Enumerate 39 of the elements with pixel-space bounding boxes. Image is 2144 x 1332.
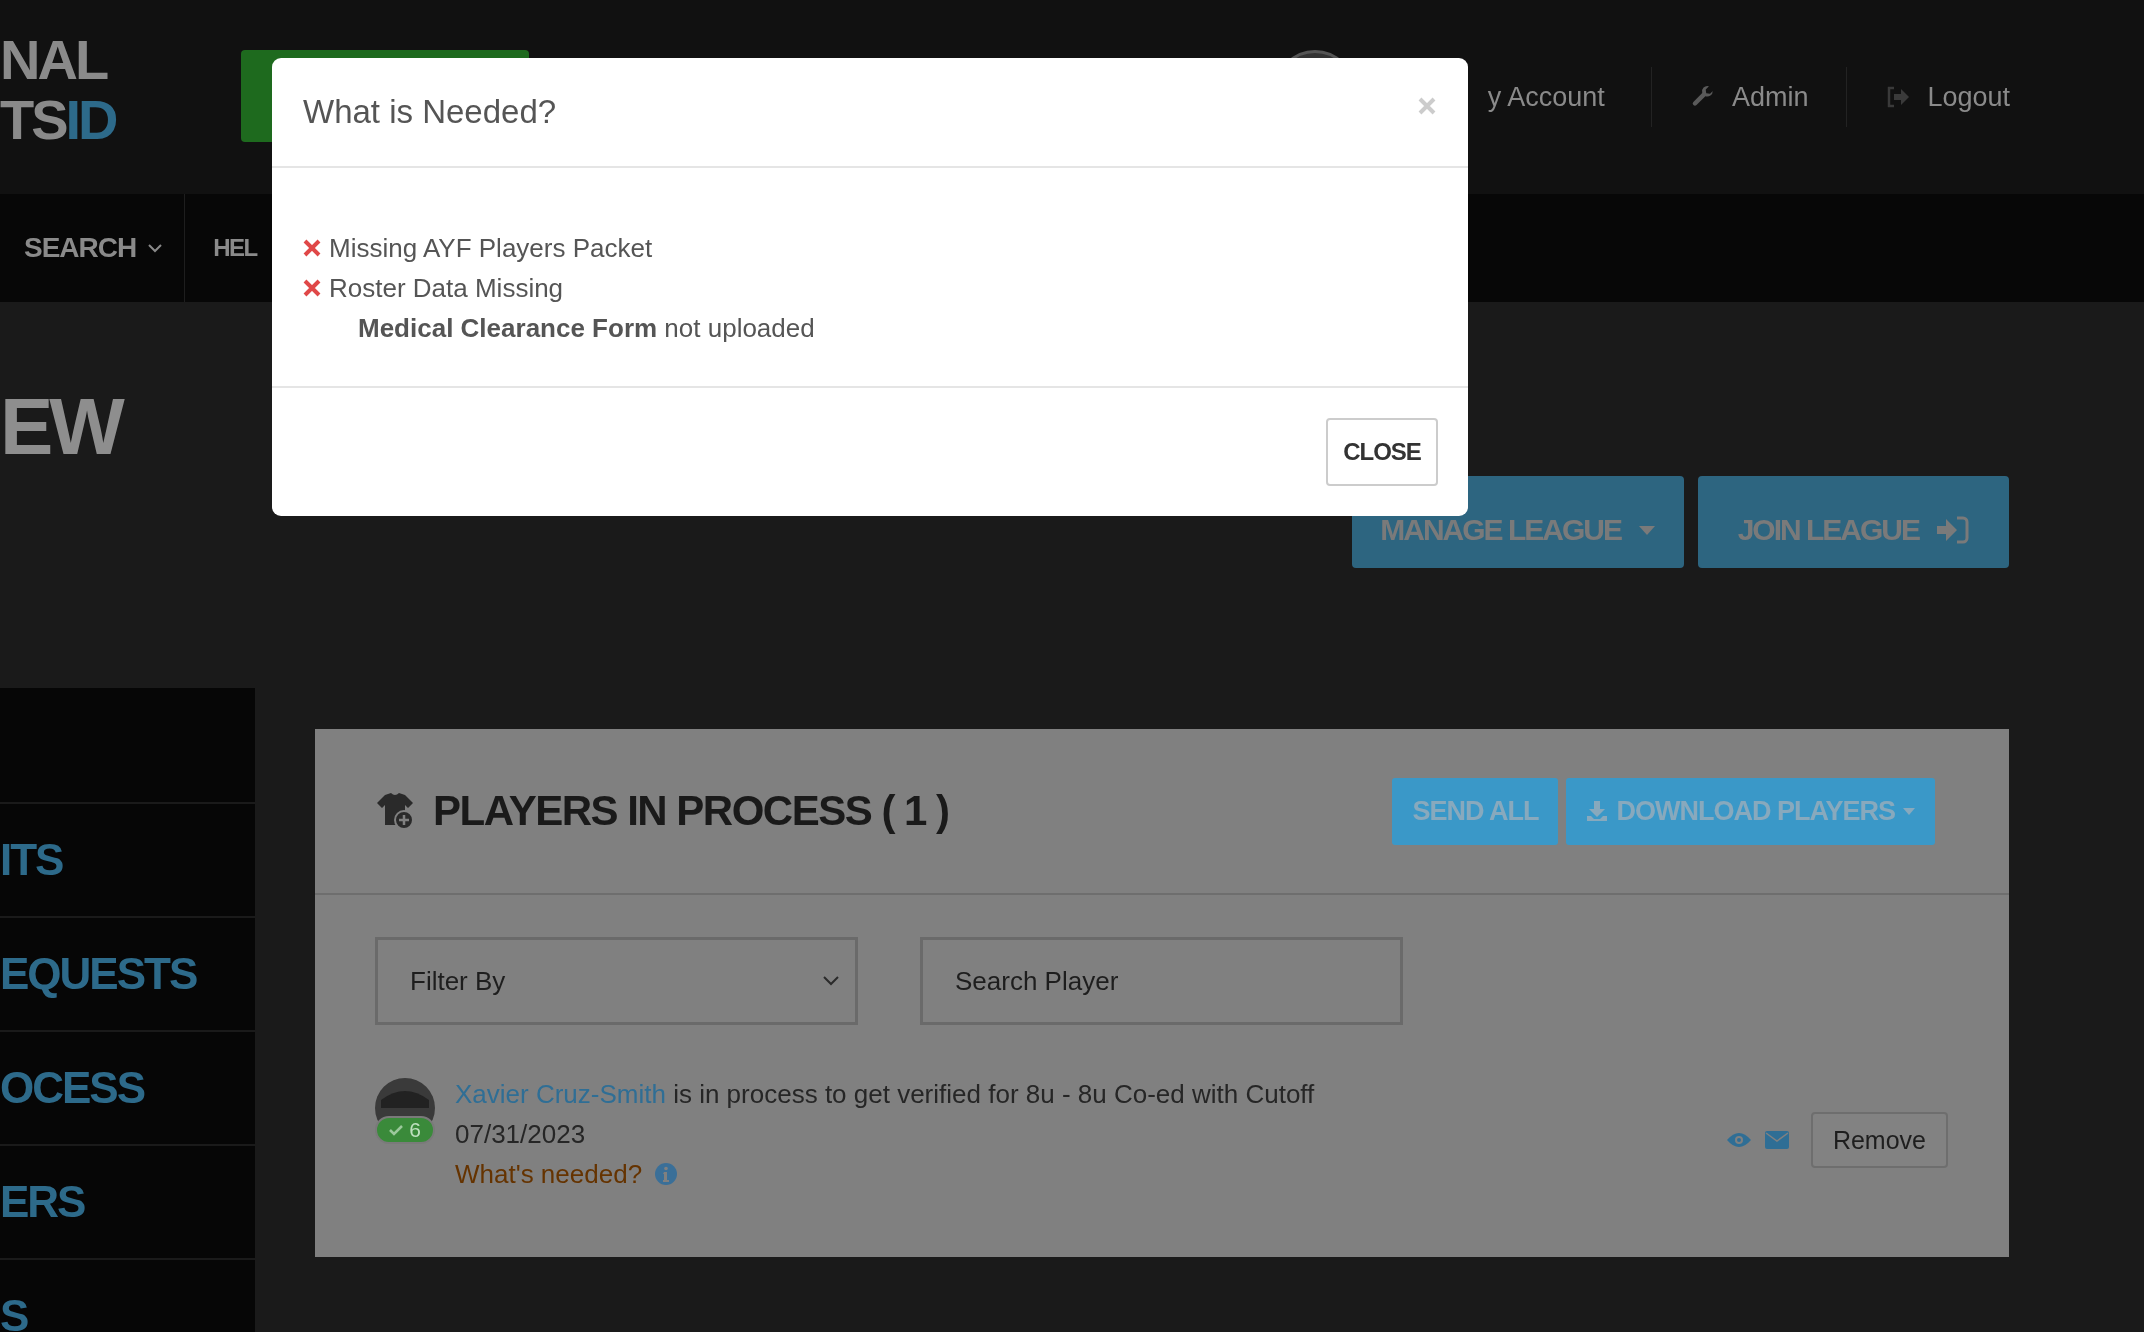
date-text: 07/31/2023 bbox=[455, 1118, 587, 1151]
player-status-text: Xavier Cruz-Smith is in process to get verified for 8u - 8u Co-ed with Cutoff bbox=[455, 1078, 1315, 1111]
logout-icon bbox=[1885, 85, 1912, 109]
sign-in-icon bbox=[1937, 516, 1969, 544]
sidebar-item[interactable]: EQUESTS bbox=[0, 916, 255, 1030]
info-icon[interactable] bbox=[654, 1162, 679, 1186]
sidebar-item[interactable]: S bbox=[0, 1258, 255, 1332]
chevron-down-icon bbox=[823, 976, 839, 986]
sidebar-item[interactable]: ERS bbox=[0, 1144, 255, 1258]
search-field[interactable]: Search Player bbox=[920, 937, 1403, 1025]
requirement-text: Missing AYF Players Packet bbox=[329, 232, 653, 265]
close-button[interactable]: CLOSE bbox=[1326, 418, 1438, 486]
envelope-icon[interactable] bbox=[1764, 1131, 1789, 1149]
filter-select[interactable]: Filter By bbox=[375, 937, 858, 1025]
remove-button[interactable]: Remove bbox=[1810, 1112, 1948, 1168]
cross-icon bbox=[303, 279, 321, 297]
cross-icon bbox=[303, 239, 321, 257]
eye-icon[interactable] bbox=[1726, 1132, 1751, 1148]
logo-text[interactable]: NAL TSID bbox=[0, 30, 120, 150]
sidebar-item[interactable]: OCESS bbox=[0, 1030, 255, 1144]
whats-needed-link[interactable]: What's needed? bbox=[455, 1154, 643, 1194]
chevron-down-icon bbox=[148, 243, 163, 253]
close-icon[interactable] bbox=[1418, 97, 1436, 115]
user-link[interactable]: Admin bbox=[1689, 81, 1809, 113]
modal-title: What is Needed? bbox=[303, 93, 557, 131]
download-icon bbox=[1586, 800, 1609, 822]
panel-title: PLAYERS IN PROCESS ( 1 ) bbox=[433, 787, 949, 835]
user-link[interactable]: Logout bbox=[1885, 81, 2010, 113]
page-title: EW bbox=[0, 382, 121, 472]
jersey-plus-icon bbox=[375, 791, 415, 831]
count-badge: 6 bbox=[375, 1116, 435, 1144]
requirement-text: Roster Data Missing bbox=[329, 272, 564, 305]
check-icon bbox=[389, 1124, 404, 1136]
nav-item[interactable]: SEARCH bbox=[0, 194, 186, 302]
caret-icon bbox=[1903, 807, 1915, 815]
user-link[interactable]: y Account bbox=[1487, 81, 1605, 113]
sidebar-item[interactable]: ITS bbox=[0, 802, 255, 916]
caret-icon bbox=[1638, 525, 1655, 535]
requirement-detail: Medical Clearance Form not uploaded bbox=[358, 312, 815, 345]
